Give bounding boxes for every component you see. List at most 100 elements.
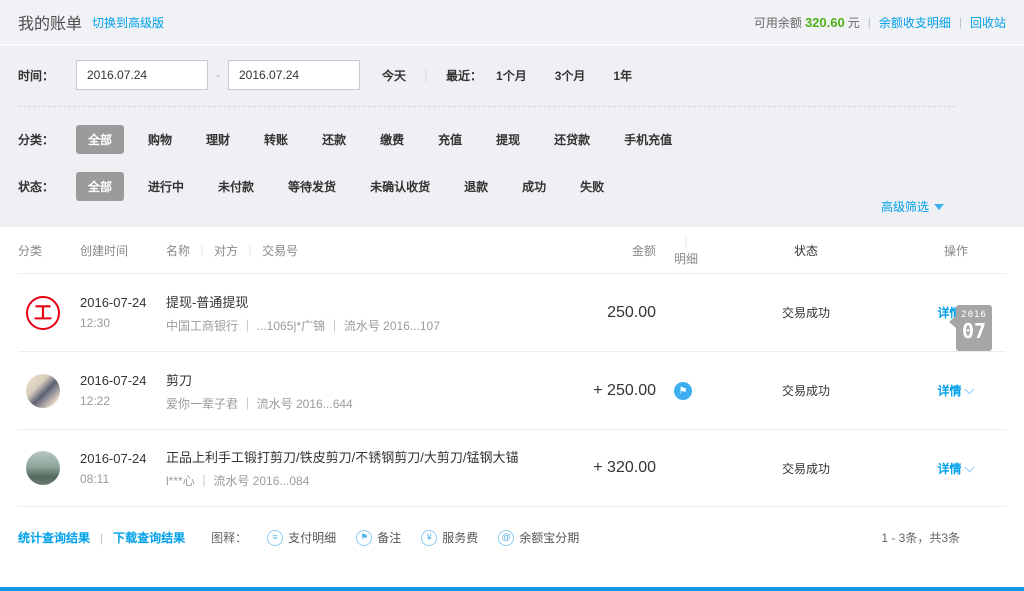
category-option-wealth[interactable]: 理财 [196,125,240,154]
dashed-divider [18,106,956,107]
service-fee-icon: ¥ [421,530,437,546]
detail-link[interactable]: 详情 [937,384,961,398]
recent-label: 最近： [446,67,482,84]
legend-item: ⚑ 备注 [356,529,401,546]
row-amount: + 250.00 [593,382,656,399]
balance-detail-link[interactable]: 余额收支明细 [879,14,951,31]
balance-label: 可用余额 [754,14,802,31]
triangle-down-icon [934,204,944,210]
header-detail: ｜明细 [660,233,706,267]
legend-item: @ 余额宝分期 [498,529,579,546]
category-option-shopping[interactable]: 购物 [138,125,182,154]
note-flag-icon[interactable]: ⚑ [674,382,692,400]
category-option-loan[interactable]: 还贷款 [544,125,600,154]
header-status: 状态 [706,242,906,259]
page-title: 我的账单 [18,10,82,34]
header-created: 创建时间 [80,242,166,259]
date-to-input[interactable] [228,60,360,90]
transactions-table: 分类 创建时间 名称｜对方｜交易号 金额 ｜明细 状态 操作 工 2016-07… [0,227,1024,507]
status-option-success[interactable]: 成功 [512,172,556,201]
status-option-refund[interactable]: 退款 [454,172,498,201]
category-option-transfer[interactable]: 转账 [254,125,298,154]
separator: ｜ [244,244,256,258]
legend-item-label: 支付明细 [288,529,336,546]
download-results-link[interactable]: 下载查询结果 [113,529,185,546]
status-option-ongoing[interactable]: 进行中 [138,172,194,201]
row-subtitle: l***心 ｜ 流水号 2016...084 [166,472,552,489]
marker-month: 07 [956,320,992,342]
month-marker-badge: 2016 07 [956,305,992,351]
filter-panel: 时间： - 今天 ｜ 最近： 1个月 3个月 1年 分类： 全部 购物 理财 转… [0,46,1024,227]
user-photo-avatar [26,374,60,408]
row-time: 08:11 [80,472,166,486]
status-label: 状态： [18,178,76,195]
row-subtitle: 爱你一辈子君 ｜ 流水号 2016...644 [166,395,552,412]
header-txn-no: 交易号 [262,244,298,258]
row-date: 2016-07-24 [80,373,166,388]
transaction-row: 2016-07-24 12:22 剪刀 爱你一辈子君 ｜ 流水号 2016...… [18,351,1006,429]
category-option-fees[interactable]: 缴费 [370,125,414,154]
category-option-repay[interactable]: 还款 [312,125,356,154]
header-amount: 金额 [560,242,660,259]
today-option[interactable]: 今天 [382,67,406,84]
balance-unit: 元 [848,14,860,31]
separator: ｜ [196,244,208,258]
table-footer: 统计查询结果 | 下载查询结果 图释： ≡ 支付明细 ⚑ 备注 ¥ 服务费 @ … [0,507,1024,546]
row-time: 12:30 [80,316,166,330]
category-option-topup[interactable]: 充值 [428,125,472,154]
row-date: 2016-07-24 [80,295,166,310]
status-option-toship[interactable]: 等待发货 [278,172,346,201]
preset-1year[interactable]: 1年 [613,67,632,84]
chevron-down-icon[interactable] [964,384,974,394]
stats-results-link[interactable]: 统计查询结果 [18,529,90,546]
time-label: 时间： [18,67,76,84]
separator: | [959,15,962,29]
bottom-accent-bar [0,587,1024,591]
table-header: 分类 创建时间 名称｜对方｜交易号 金额 ｜明细 状态 操作 [18,227,1006,273]
switch-advanced-link[interactable]: 切换到高级版 [92,14,164,31]
row-status: 交易成功 [706,382,906,399]
row-time: 12:22 [80,394,166,408]
category-option-all[interactable]: 全部 [76,125,124,154]
top-bar: 我的账单 切换到高级版 可用余额 320.60 元 | 余额收支明细 | 回收站 [0,0,1024,46]
chevron-down-icon[interactable] [964,462,974,472]
row-status: 交易成功 [706,460,906,477]
status-option-unpaid[interactable]: 未付款 [208,172,264,201]
row-title: 剪刀 [166,370,552,389]
row-status: 交易成功 [706,304,906,321]
status-option-unconfirmed[interactable]: 未确认收货 [360,172,440,201]
status-filter-row: 状态： 全部 进行中 未付款 等待发货 未确认收货 退款 成功 失败 [18,172,1006,201]
row-subtitle: 中国工商银行 ｜ ...1065|*广锦 ｜ 流水号 2016...107 [166,317,552,334]
icon-legend: 图释： ≡ 支付明细 ⚑ 备注 ¥ 服务费 @ 余额宝分期 [211,529,579,546]
legend-item-label: 余额宝分期 [519,529,579,546]
transaction-row: 2016-07-24 08:11 正品上利手工锻打剪刀/铁皮剪刀/不锈钢剪刀/大… [18,429,1006,507]
separator: | [868,15,871,29]
status-option-failed[interactable]: 失败 [570,172,614,201]
header-name-group: 名称 ｜ 对方 ｜ 交易号 [166,242,560,259]
date-from-input[interactable] [76,60,208,90]
category-option-withdraw[interactable]: 提现 [486,125,530,154]
legend-label: 图释： [211,529,247,546]
preset-1month[interactable]: 1个月 [496,67,527,84]
category-filter-row: 分类： 全部 购物 理财 转账 还款 缴费 充值 提现 还贷款 手机充值 [18,125,1006,154]
advanced-filter-link[interactable]: 高级筛选 [881,198,944,215]
category-option-mobile[interactable]: 手机充值 [614,125,682,154]
detail-link[interactable]: 详情 [937,462,961,476]
header-counterparty: 对方 [214,244,238,258]
header-name: 名称 [166,244,190,258]
balance-area: 可用余额 320.60 元 | 余额收支明细 | 回收站 [754,14,1006,31]
date-range-dash: - [216,68,220,82]
row-amount: + 320.00 [593,459,656,476]
recycle-bin-link[interactable]: 回收站 [970,14,1006,31]
legend-item-label: 服务费 [442,529,478,546]
note-flag-icon: ⚑ [356,530,372,546]
pagination-info: 1 - 3条，共3条 [881,529,960,546]
category-label: 分类： [18,131,76,148]
legend-item: ≡ 支付明细 [267,529,336,546]
preset-3month[interactable]: 3个月 [555,67,586,84]
row-amount: 250.00 [607,304,656,321]
time-filter-row: 时间： - 今天 ｜ 最近： 1个月 3个月 1年 [18,60,1006,90]
status-option-all[interactable]: 全部 [76,172,124,201]
header-action: 操作 [906,242,1006,259]
icbc-bank-logo: 工 [26,296,60,330]
